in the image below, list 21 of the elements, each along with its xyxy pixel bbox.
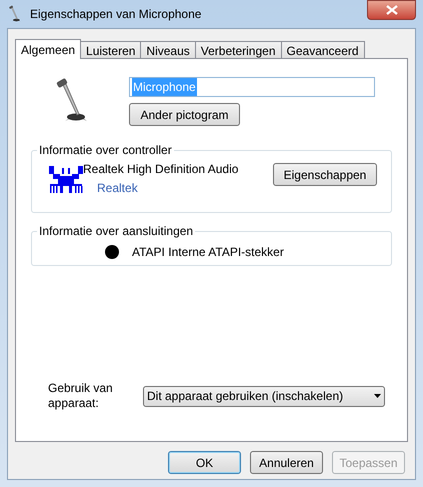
- vendor-link[interactable]: Realtek: [83, 181, 273, 196]
- usage-dropdown[interactable]: Dit apparaat gebruiken (inschakelen): [143, 386, 385, 406]
- dialog-button[interactable]: OK: [168, 451, 241, 474]
- tab[interactable]: Verbeteringen: [194, 41, 282, 58]
- close-button[interactable]: [367, 0, 416, 20]
- controller-name: Realtek High Definition Audio: [83, 162, 240, 177]
- tab[interactable]: Geavanceerd: [280, 41, 365, 58]
- usage-label: Gebruik van apparaat:: [48, 381, 114, 411]
- crab-logo-icon: [49, 164, 83, 194]
- close-icon: [386, 5, 398, 15]
- dialog-button[interactable]: Annuleren: [250, 451, 323, 474]
- window-title: Eigenschappen van Microphone: [30, 6, 202, 23]
- properties-button[interactable]: Eigenschappen: [273, 163, 377, 186]
- jack-label: ATAPI Interne ATAPI-stekker: [132, 244, 284, 261]
- dropdown-arrow-icon: [374, 394, 381, 398]
- group-title: Informatie over controller: [37, 143, 174, 157]
- tab[interactable]: Algemeen: [15, 39, 82, 59]
- tab[interactable]: Niveaus: [140, 41, 196, 58]
- change-icon-button[interactable]: Ander pictogram: [129, 103, 240, 126]
- tab[interactable]: Luisteren: [80, 41, 142, 58]
- group-title: Informatie over aansluitingen: [37, 224, 196, 238]
